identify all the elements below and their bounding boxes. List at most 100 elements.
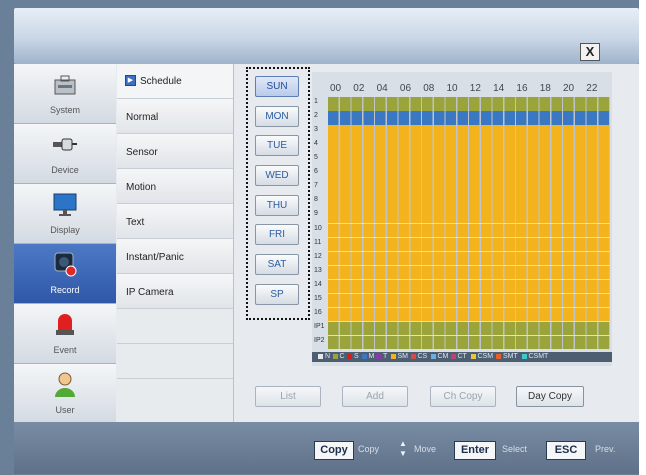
submenu-label: Schedule <box>140 76 182 87</box>
legend-label: CSMT <box>528 353 549 360</box>
nav-item-device[interactable]: Device <box>14 124 116 184</box>
hour-label: 06 <box>399 83 412 94</box>
nav-item-display[interactable]: Display <box>14 184 116 244</box>
prev-key-label: Prev. <box>595 444 616 454</box>
day-button-sat[interactable]: SAT <box>255 254 299 275</box>
legend-swatch <box>347 353 352 359</box>
schedule-row[interactable] <box>328 209 610 223</box>
submenu-item-sensor[interactable]: Sensor <box>117 134 233 169</box>
schedule-grid[interactable] <box>328 97 610 350</box>
submenu-label: Motion <box>126 182 157 193</box>
day-selector-focus-frame <box>246 67 310 320</box>
nav-item-record[interactable]: Record <box>14 244 116 304</box>
channel-label: 4 <box>314 140 318 148</box>
schedule-row[interactable] <box>328 195 610 209</box>
legend-swatch <box>521 353 527 359</box>
hour-label: 16 <box>516 83 528 94</box>
hour-label: 04 <box>376 83 388 94</box>
day-copy-button[interactable]: Day Copy <box>516 386 584 407</box>
schedule-row[interactable] <box>328 265 610 280</box>
monitor-icon <box>53 193 77 216</box>
nav-label: Record <box>50 285 80 295</box>
channel-label: IP2 <box>314 336 325 344</box>
hour-label: 12 <box>469 83 481 94</box>
submenu-item-text[interactable]: Text <box>117 204 233 239</box>
channel-label: 11 <box>314 238 322 246</box>
channel-copy-button[interactable]: Ch Copy <box>430 386 496 407</box>
legend-swatch <box>361 353 367 359</box>
schedule-row[interactable] <box>328 167 610 181</box>
legend-label: CT <box>457 353 467 360</box>
schedule-row[interactable] <box>328 111 610 125</box>
schedule-row[interactable] <box>328 181 610 195</box>
copy-key-label: Copy <box>358 444 380 454</box>
submenu-item-instant-panic[interactable]: Instant/Panic <box>117 239 233 274</box>
nav-label: User <box>55 405 75 415</box>
channel-label: 7 <box>314 182 318 190</box>
schedule-row[interactable] <box>328 321 610 336</box>
close-button[interactable]: X <box>580 43 600 61</box>
schedule-row[interactable] <box>328 139 610 153</box>
channel-label: 6 <box>314 168 318 176</box>
day-button-wed[interactable]: WED <box>255 165 299 186</box>
channel-label: 9 <box>314 210 318 218</box>
mode-legend: N C S M T SM CS CM CT CSM SMT CSMT <box>312 352 612 362</box>
user-icon <box>55 372 75 397</box>
channel-label: 14 <box>314 280 322 288</box>
schedule-row[interactable] <box>328 153 610 167</box>
nav-item-system[interactable]: System <box>14 64 116 124</box>
submenu-label: Text <box>126 217 145 228</box>
day-button-thu[interactable]: THU <box>255 195 299 216</box>
add-button[interactable]: Add <box>342 386 408 407</box>
list-button[interactable]: List <box>255 386 321 407</box>
legend-swatch <box>390 353 396 359</box>
day-button-mon[interactable]: MON <box>255 106 299 127</box>
legend-label: CSM <box>477 353 494 360</box>
schedule-row[interactable] <box>328 223 610 238</box>
schedule-row[interactable] <box>328 335 610 350</box>
submenu-label: Instant/Panic <box>126 252 184 263</box>
enter-key: Enter <box>454 441 496 460</box>
legend-item: C <box>332 353 345 360</box>
legend-item: CM <box>430 353 448 360</box>
hour-label: 00 <box>330 83 342 94</box>
schedule-row[interactable] <box>328 307 610 322</box>
esc-key: ESC <box>546 441 586 460</box>
schedule-row[interactable] <box>328 251 610 266</box>
copy-key: Copy <box>314 441 354 460</box>
channel-label: 3 <box>314 126 318 134</box>
day-button-tue[interactable]: TUE <box>255 135 299 156</box>
schedule-row[interactable] <box>328 279 610 294</box>
channel-label: 16 <box>314 308 322 316</box>
legend-item: T <box>376 353 387 360</box>
legend-label: N <box>325 353 331 360</box>
schedule-row[interactable] <box>328 237 610 252</box>
schedule-row[interactable] <box>328 293 610 308</box>
legend-label: CS <box>417 353 428 360</box>
channel-label: 1 <box>314 98 318 105</box>
day-button-sp[interactable]: SP <box>255 284 299 305</box>
submenu-item-ip-camera[interactable]: IP Camera <box>117 274 233 309</box>
channel-label: 13 <box>314 266 322 274</box>
legend-label: SM <box>397 353 409 360</box>
channel-label: 12 <box>314 252 322 260</box>
submenu-item-schedule[interactable]: ▶ Schedule <box>117 64 233 99</box>
submenu-empty-slot <box>117 379 233 422</box>
hour-label: 18 <box>539 83 551 94</box>
submenu-item-normal[interactable]: Normal <box>117 99 233 134</box>
legend-swatch <box>332 353 338 359</box>
legend-item: S <box>347 353 359 360</box>
day-button-fri[interactable]: FRI <box>255 224 299 245</box>
schedule-row[interactable] <box>328 125 610 139</box>
nav-item-event[interactable]: Event <box>14 304 116 364</box>
nav-item-user[interactable]: User <box>14 364 116 424</box>
day-button-sun[interactable]: SUN <box>255 76 299 97</box>
channel-label: 2 <box>314 112 318 120</box>
legend-item: M <box>361 353 374 360</box>
schedule-row[interactable] <box>328 97 610 111</box>
window-edge <box>639 0 646 475</box>
submenu-item-motion[interactable]: Motion <box>117 169 233 204</box>
legend-swatch <box>376 353 381 359</box>
channel-label: 5 <box>314 154 318 162</box>
legend-swatch <box>318 353 323 359</box>
